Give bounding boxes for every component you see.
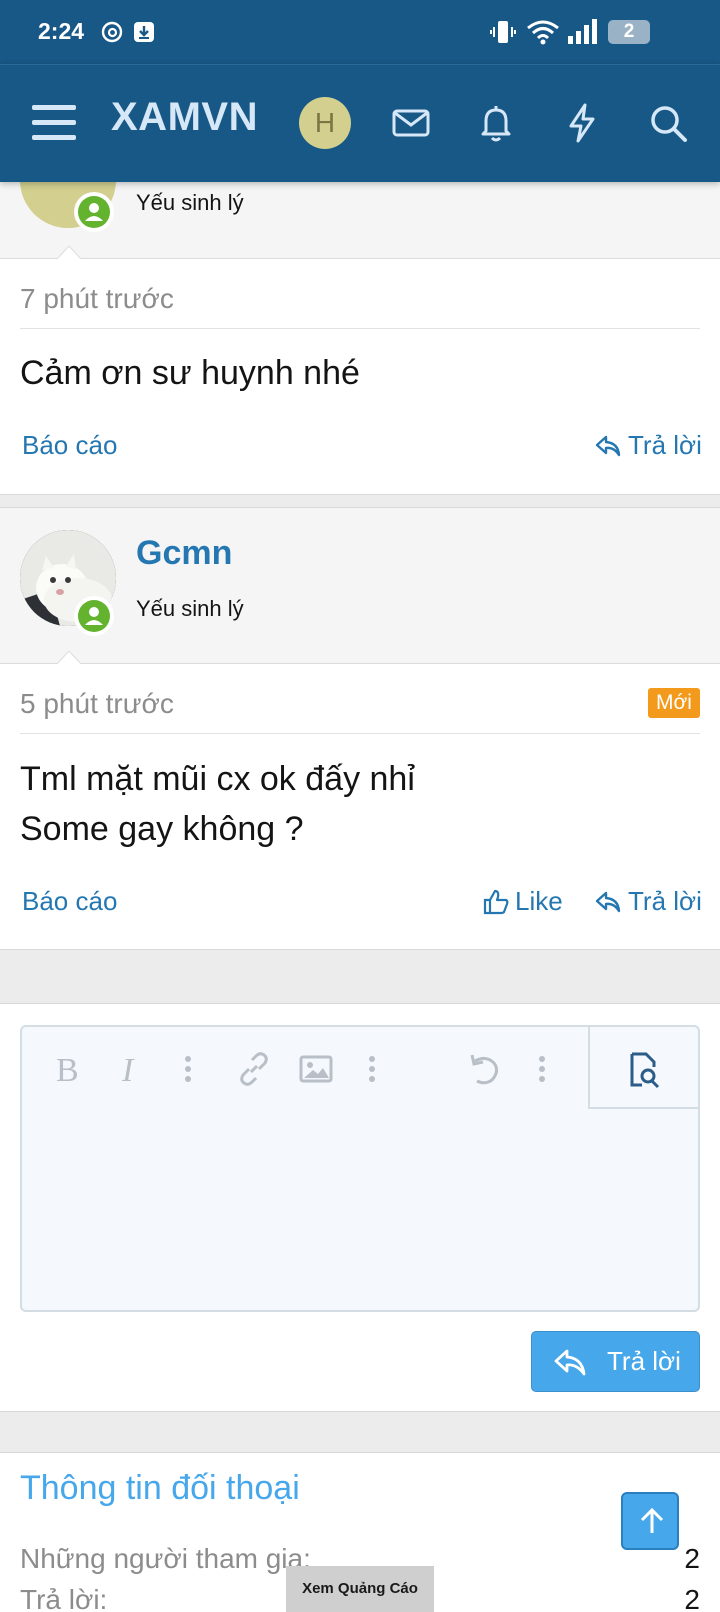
wifi-icon: [527, 20, 559, 45]
message-text: Tml mặt mũi cx ok đấy nhỉ Some gay không…: [20, 754, 415, 854]
reply-icon[interactable]: [594, 888, 622, 916]
menu-icon[interactable]: [32, 103, 76, 143]
avatar-letter: H: [314, 107, 336, 138]
svg-text:B: B: [56, 1052, 79, 1089]
reply-icon: [554, 1349, 586, 1376]
preview-icon[interactable]: [624, 1051, 664, 1091]
download-icon: [134, 22, 154, 42]
message-body: 7 phút trước Cảm ơn sư huynh nhé Báo cáo…: [0, 259, 720, 494]
threads-icon: [101, 21, 123, 43]
info-value: 2: [684, 1543, 700, 1574]
scroll-to-top-button[interactable]: [621, 1492, 679, 1550]
reply-editor[interactable]: B I: [20, 1025, 700, 1312]
message-line: Some gay không ?: [20, 810, 304, 848]
lightning-icon[interactable]: [560, 101, 604, 145]
message-text: Cảm ơn sư huynh nhé: [20, 348, 360, 398]
submit-label: Trả lời: [607, 1346, 681, 1376]
pointer-arrow: [56, 246, 82, 260]
online-status-icon: [74, 596, 114, 636]
account-avatar[interactable]: H: [299, 97, 351, 149]
message-line: Tml mặt mũi cx ok đấy nhỉ: [20, 760, 415, 798]
info-value: 2: [684, 1584, 700, 1612]
message-time[interactable]: 7 phút trước: [20, 283, 174, 315]
section-separator: [0, 1411, 720, 1453]
preview-toggle[interactable]: [588, 1027, 698, 1109]
bell-icon[interactable]: [474, 101, 518, 145]
site-logo[interactable]: XAMVN: [111, 95, 258, 140]
undo-icon[interactable]: [464, 1049, 504, 1089]
report-link[interactable]: Báo cáo: [22, 430, 117, 461]
signal-icon: [568, 19, 597, 44]
vibrate-icon: [490, 21, 516, 43]
message-body: 5 phút trước Mới Tml mặt mũi cx ok đấy n…: [0, 664, 720, 949]
message-time[interactable]: 5 phút trước: [20, 688, 174, 720]
message-user-block: Gcmn Yếu sinh lý: [0, 508, 720, 665]
image-icon[interactable]: [296, 1049, 336, 1089]
like-link[interactable]: Like: [515, 886, 563, 917]
bold-icon[interactable]: B: [48, 1049, 88, 1089]
status-time: 2:24: [38, 18, 85, 44]
submit-reply-button[interactable]: Trả lời: [531, 1331, 700, 1392]
arrow-up-icon: [640, 1507, 664, 1533]
divider: [20, 733, 700, 734]
user-title: Yếu sinh lý: [136, 596, 244, 621]
reply-icon[interactable]: [594, 432, 622, 460]
pointer-arrow: [56, 651, 82, 665]
section-separator: [0, 949, 720, 1004]
watch-ad-button[interactable]: Xem Quảng Cáo: [286, 1566, 434, 1612]
user-title: Yếu sinh lý: [136, 190, 244, 215]
reply-link[interactable]: Trả lời: [628, 430, 702, 461]
username-link[interactable]: Gcmn: [136, 534, 232, 573]
link-icon[interactable]: [234, 1049, 274, 1089]
new-badge: Mới: [648, 688, 700, 718]
ad-label: Xem Quảng Cáo: [302, 1580, 418, 1597]
info-title: Thông tin đối thoại: [20, 1469, 300, 1507]
reply-link[interactable]: Trả lời: [628, 886, 702, 917]
info-label: Những người tham gia:: [20, 1543, 311, 1574]
divider: [20, 328, 700, 329]
more-icon[interactable]: [352, 1049, 392, 1089]
italic-icon[interactable]: I: [110, 1049, 150, 1089]
battery-icon: 2: [608, 20, 650, 44]
like-icon[interactable]: [482, 888, 510, 916]
report-link[interactable]: Báo cáo: [22, 886, 117, 917]
battery-level: 2: [623, 21, 635, 42]
status-bar: 2:24 2: [0, 0, 720, 64]
online-status-icon: [74, 192, 114, 232]
message-line: Cảm ơn sư huynh nhé: [20, 354, 360, 392]
svg-text:I: I: [121, 1052, 135, 1089]
message-separator: [0, 494, 720, 508]
info-label: Trả lời:: [20, 1584, 108, 1612]
more-icon[interactable]: [522, 1049, 562, 1089]
app-header: XAMVN H: [0, 64, 720, 182]
mail-icon[interactable]: [389, 101, 433, 145]
search-icon[interactable]: [646, 101, 690, 145]
more-icon[interactable]: [168, 1049, 208, 1089]
